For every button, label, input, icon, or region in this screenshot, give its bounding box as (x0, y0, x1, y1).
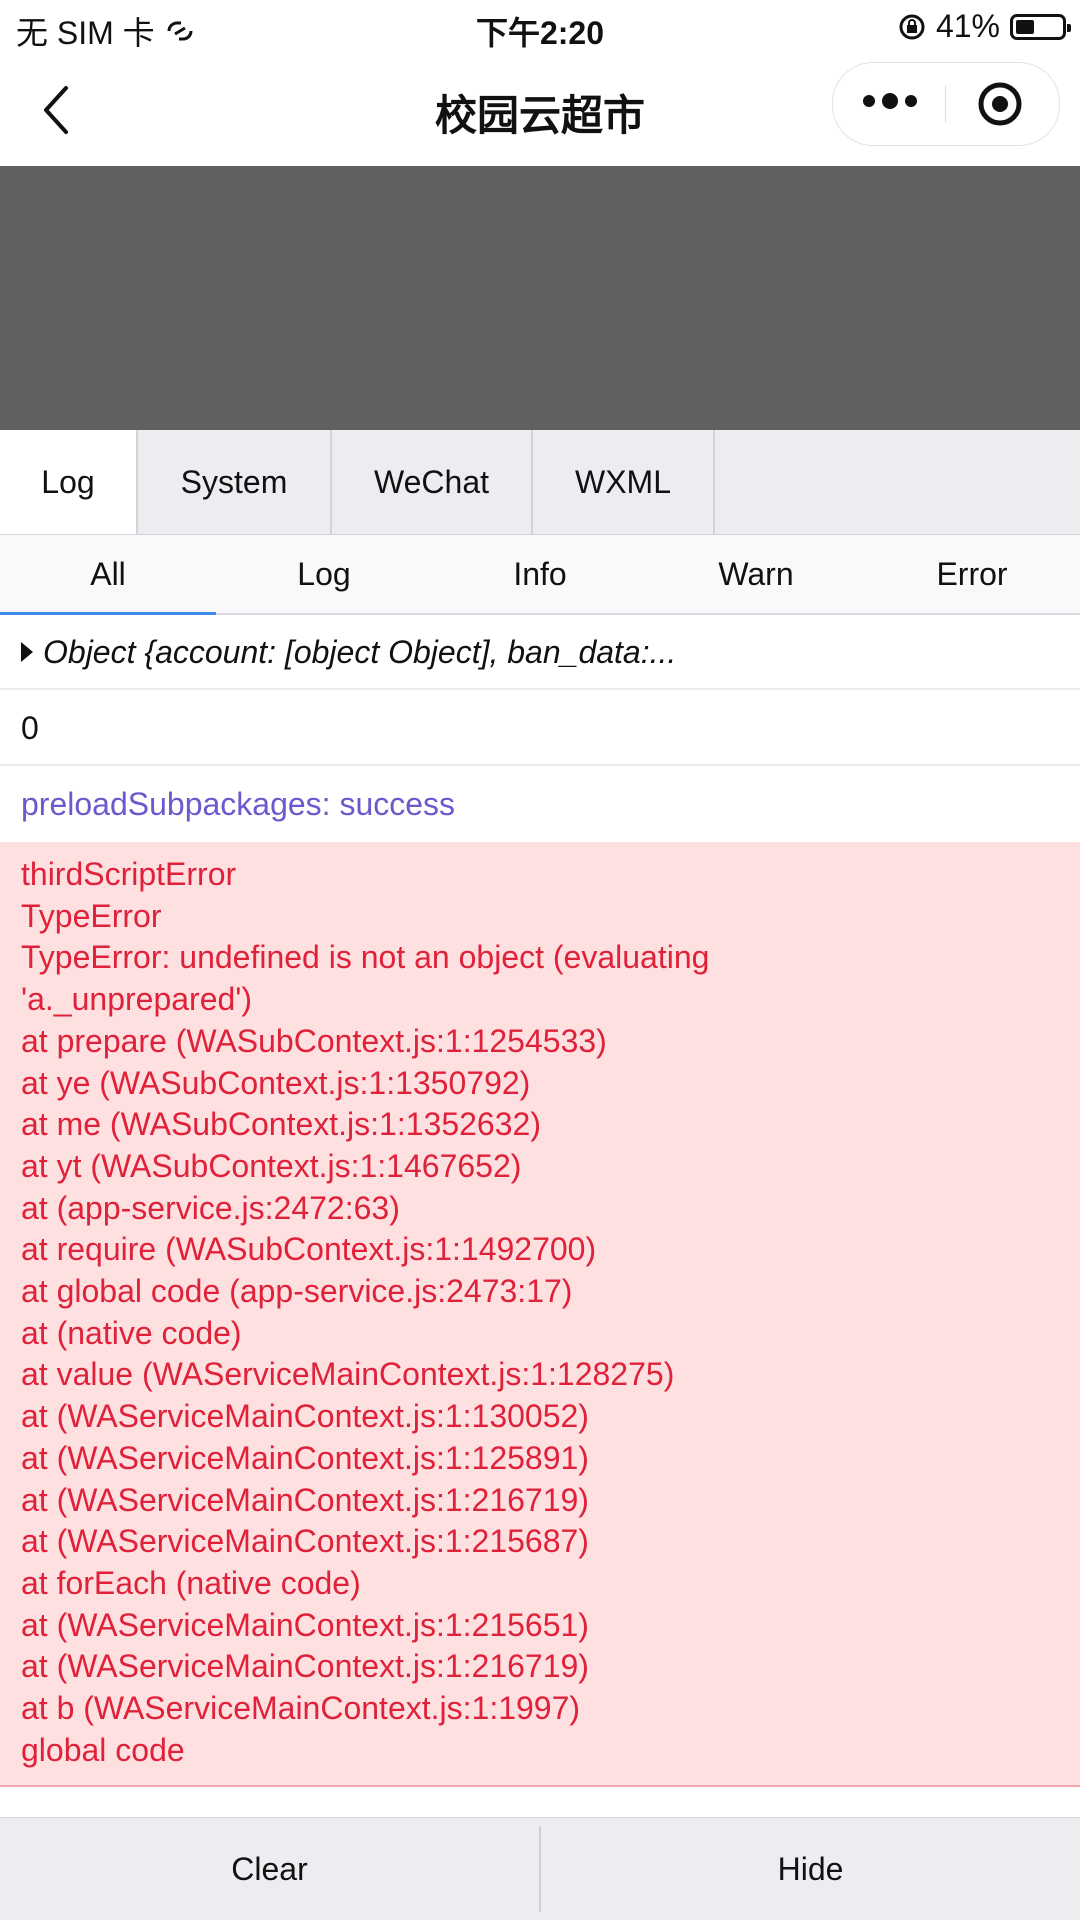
error-line: at (native code) (21, 1314, 242, 1351)
error-line: TypeError: undefined is not an object (e… (21, 939, 710, 976)
close-miniprogram-icon[interactable] (977, 81, 1023, 127)
battery-fill (1016, 19, 1035, 34)
error-line: 'a._unprepared') (21, 981, 253, 1018)
clear-button[interactable]: Clear (0, 1818, 539, 1920)
object-entry-text: Object {account: [object Object], ban_da… (43, 634, 677, 670)
hide-button[interactable]: Hide (541, 1818, 1080, 1920)
error-line: at (WAServiceMainContext.js:1:130052) (21, 1398, 589, 1435)
filter-info[interactable]: Info (432, 535, 648, 613)
log-entry-info: preloadSubpackages: success (21, 786, 456, 822)
tab-log[interactable]: Log (0, 430, 138, 534)
error-line: at forEach (native code) (21, 1564, 361, 1601)
error-line: at (WAServiceMainContext.js:1:216719) (21, 1648, 589, 1685)
log-filter-tabs: All Log Info Warn Error (0, 535, 1080, 615)
error-line: at require (WASubContext.js:1:1492700) (21, 1231, 597, 1268)
navigation-bar: 校园云超市 (0, 56, 1080, 166)
log-entry-object[interactable]: Object {account: [object Object], ban_da… (0, 614, 1080, 690)
expand-triangle-icon[interactable] (21, 641, 33, 662)
battery-group: 41% (898, 8, 1071, 45)
capsule-divider (945, 85, 946, 123)
error-line: at (WAServiceMainContext.js:1:216719) (21, 1481, 589, 1518)
console-tabs: Log System WeChat WXML (0, 430, 1080, 535)
filter-all[interactable]: All (0, 535, 216, 615)
miniprogram-capsule (832, 62, 1060, 146)
more-options-icon[interactable] (863, 93, 917, 109)
rotation-lock-icon (899, 14, 925, 39)
content-placeholder-banner (0, 166, 1080, 430)
filter-warn[interactable]: Warn (648, 535, 864, 613)
error-line: at (WAServiceMainContext.js:1:215651) (21, 1606, 589, 1643)
log-list: Object {account: [object Object], ban_da… (0, 614, 1080, 1788)
battery-nub (1067, 23, 1071, 32)
log-entry-error: thirdScriptError TypeError TypeError: unde… (0, 842, 1080, 1788)
battery-percent: 41% (935, 8, 1000, 44)
error-line: at (app-service.js:2472:63) (21, 1189, 400, 1226)
error-line: at global code (app-service.js:2473:17) (21, 1273, 573, 1310)
status-bar: 无 SIM 卡 下午2:20 41% (0, 0, 1080, 56)
error-line: at (WAServiceMainContext.js:1:125891) (21, 1439, 589, 1476)
error-line: at me (WASubContext.js:1:1352632) (21, 1106, 541, 1143)
error-line: at value (WAServiceMainContext.js:1:1282… (21, 1356, 675, 1393)
error-line: at b (WAServiceMainContext.js:1:1997) (21, 1690, 581, 1727)
error-line: TypeError (21, 897, 162, 934)
error-line: at (WAServiceMainContext.js:1:215687) (21, 1523, 589, 1560)
tab-wechat[interactable]: WeChat (332, 430, 533, 534)
error-line: at prepare (WASubContext.js:1:1254533) (21, 1022, 607, 1059)
battery-icon (1010, 13, 1071, 40)
console-footer: Clear Hide (0, 1817, 1080, 1920)
tab-wxml[interactable]: WXML (533, 430, 715, 534)
error-line: thirdScriptError (21, 856, 237, 892)
filter-error[interactable]: Error (864, 535, 1080, 613)
filter-log[interactable]: Log (216, 535, 432, 613)
tab-system[interactable]: System (138, 430, 332, 534)
error-line: at yt (WASubContext.js:1:1467652) (21, 1147, 522, 1184)
log-entry-value: 0 (0, 690, 1080, 766)
error-line: global code (21, 1731, 185, 1768)
error-line: at ye (WASubContext.js:1:1350792) (21, 1064, 531, 1101)
